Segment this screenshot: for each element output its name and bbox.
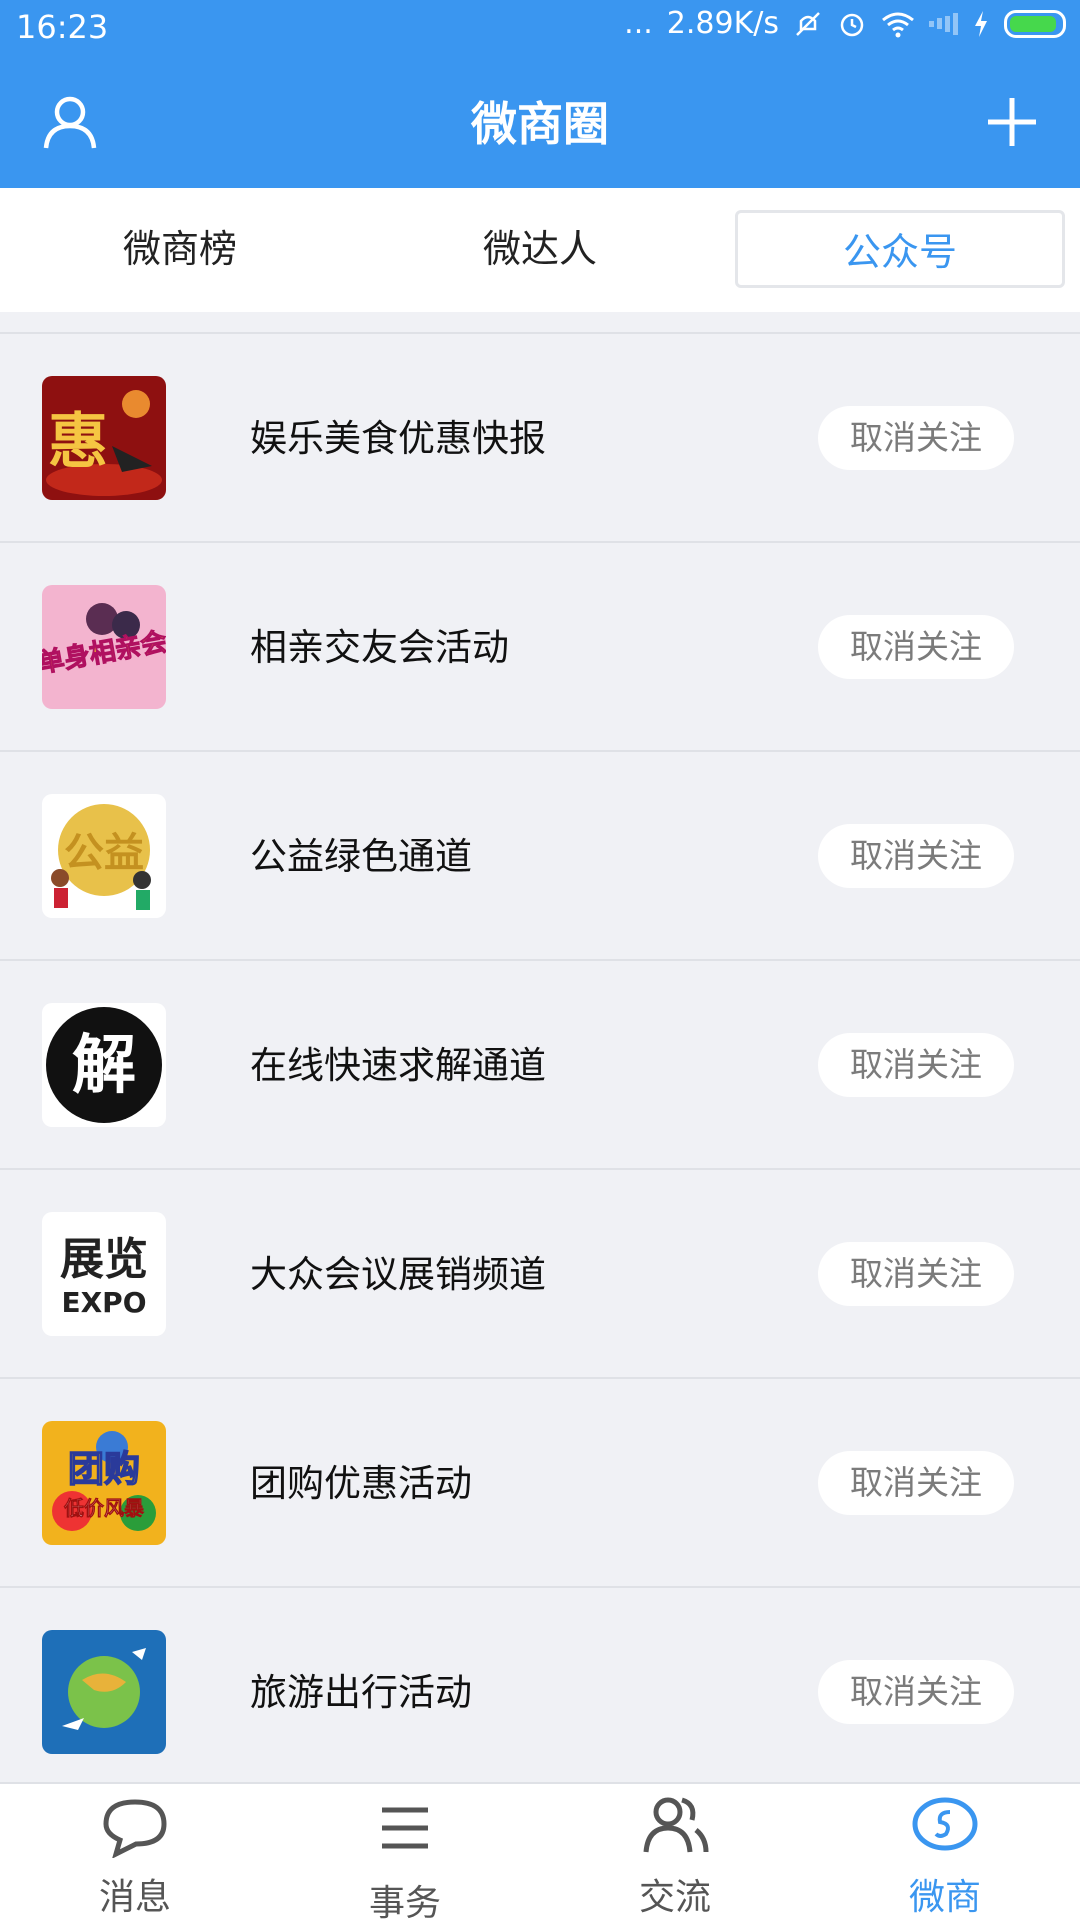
avatar: 解 [42,1003,166,1127]
charging-icon [972,9,990,39]
nav-item-weishang[interactable]: 微商 [810,1784,1080,1920]
avatar [42,1630,166,1754]
list-item[interactable]: 展览 EXPO 大众会议展销频道 取消关注 [0,1170,1080,1379]
nav-label: 事务 [368,1883,441,1920]
item-name: 团购优惠活动 [250,1462,472,1505]
plus-icon[interactable] [984,94,1040,150]
avatar: 惠 [42,376,166,500]
network-speed: 2.89K/s [666,6,779,41]
tab-bar: 微商榜 微达人 公众号 [0,188,1080,312]
nav-item-exchange[interactable]: 交流 [540,1784,810,1920]
list-item[interactable]: 公益 公益绿色通道 取消关注 [0,752,1080,961]
avatar: 单身相亲会 [42,585,166,709]
avatar-text: 团购 [68,1449,140,1490]
status-bar: 16:23 ... 2.89K/s [0,0,1080,58]
item-name: 旅游出行活动 [250,1671,472,1714]
tab-wei-shang-bang[interactable]: 微商榜 [15,210,345,288]
item-name: 公益绿色通道 [250,835,472,878]
item-name: 娱乐美食优惠快报 [250,417,546,460]
tab-gong-zhong-hao[interactable]: 公众号 [735,210,1065,288]
item-name: 相亲交友会活动 [250,626,509,669]
tab-wei-da-ren[interactable]: 微达人 [375,210,705,288]
avatar-subtext: 低价风暴 [63,1496,145,1520]
avatar-text: 展览 [60,1234,148,1285]
more-dots: ... [624,6,653,41]
item-name: 大众会议展销频道 [250,1253,546,1296]
menu-lines-icon [370,1798,440,1860]
nav-item-affairs[interactable]: 事务 [270,1784,540,1920]
unfollow-button[interactable]: 取消关注 [818,1451,1014,1515]
nav-label: 微商 [908,1877,981,1918]
avatar-subtext: EXPO [61,1286,146,1319]
signal-icon [929,12,958,36]
list-item[interactable]: 惠 娱乐美食优惠快报 取消关注 [0,334,1080,543]
list-item[interactable]: 团购 低价风暴 团购优惠活动 取消关注 [0,1379,1080,1588]
nav-item-messages[interactable]: 消息 [0,1784,270,1920]
mute-icon [793,9,823,39]
bottom-nav: 消息 事务 交流 微商 [0,1782,1080,1920]
list-item[interactable]: 解 在线快速求解通道 取消关注 [0,961,1080,1170]
status-time: 16:23 [16,8,109,46]
avatar-text: 惠 [48,407,108,477]
list-item[interactable]: 旅游出行活动 取消关注 [0,1588,1080,1797]
unfollow-button[interactable]: 取消关注 [818,824,1014,888]
unfollow-button[interactable]: 取消关注 [818,615,1014,679]
people-icon [640,1794,710,1856]
avatar: 团购 低价风暴 [42,1421,166,1545]
wifi-icon [881,10,915,38]
subscription-list: 惠 娱乐美食优惠快报 取消关注 单身相亲会 相亲交友会活动 取消关注 公益 公益… [0,332,1080,1797]
chat-bubble-icon [100,1796,170,1859]
avatar: 公益 [42,794,166,918]
alarm-icon [837,9,867,39]
wechat-business-icon [910,1794,980,1856]
item-name: 在线快速求解通道 [250,1044,546,1087]
list-item[interactable]: 单身相亲会 相亲交友会活动 取消关注 [0,543,1080,752]
avatar-text: 公益 [64,829,144,876]
status-indicators: ... 2.89K/s [624,6,1066,41]
unfollow-button[interactable]: 取消关注 [818,1242,1014,1306]
page-title: 微商圈 [471,97,609,151]
unfollow-button[interactable]: 取消关注 [818,1660,1014,1724]
nav-label: 消息 [98,1877,171,1918]
unfollow-button[interactable]: 取消关注 [818,406,1014,470]
avatar: 展览 EXPO [42,1212,166,1336]
avatar-text: 解 [72,1028,136,1103]
nav-label: 交流 [638,1877,711,1918]
app-header: 微商圈 [0,58,1080,188]
battery-icon [1004,9,1066,38]
unfollow-button[interactable]: 取消关注 [818,1033,1014,1097]
